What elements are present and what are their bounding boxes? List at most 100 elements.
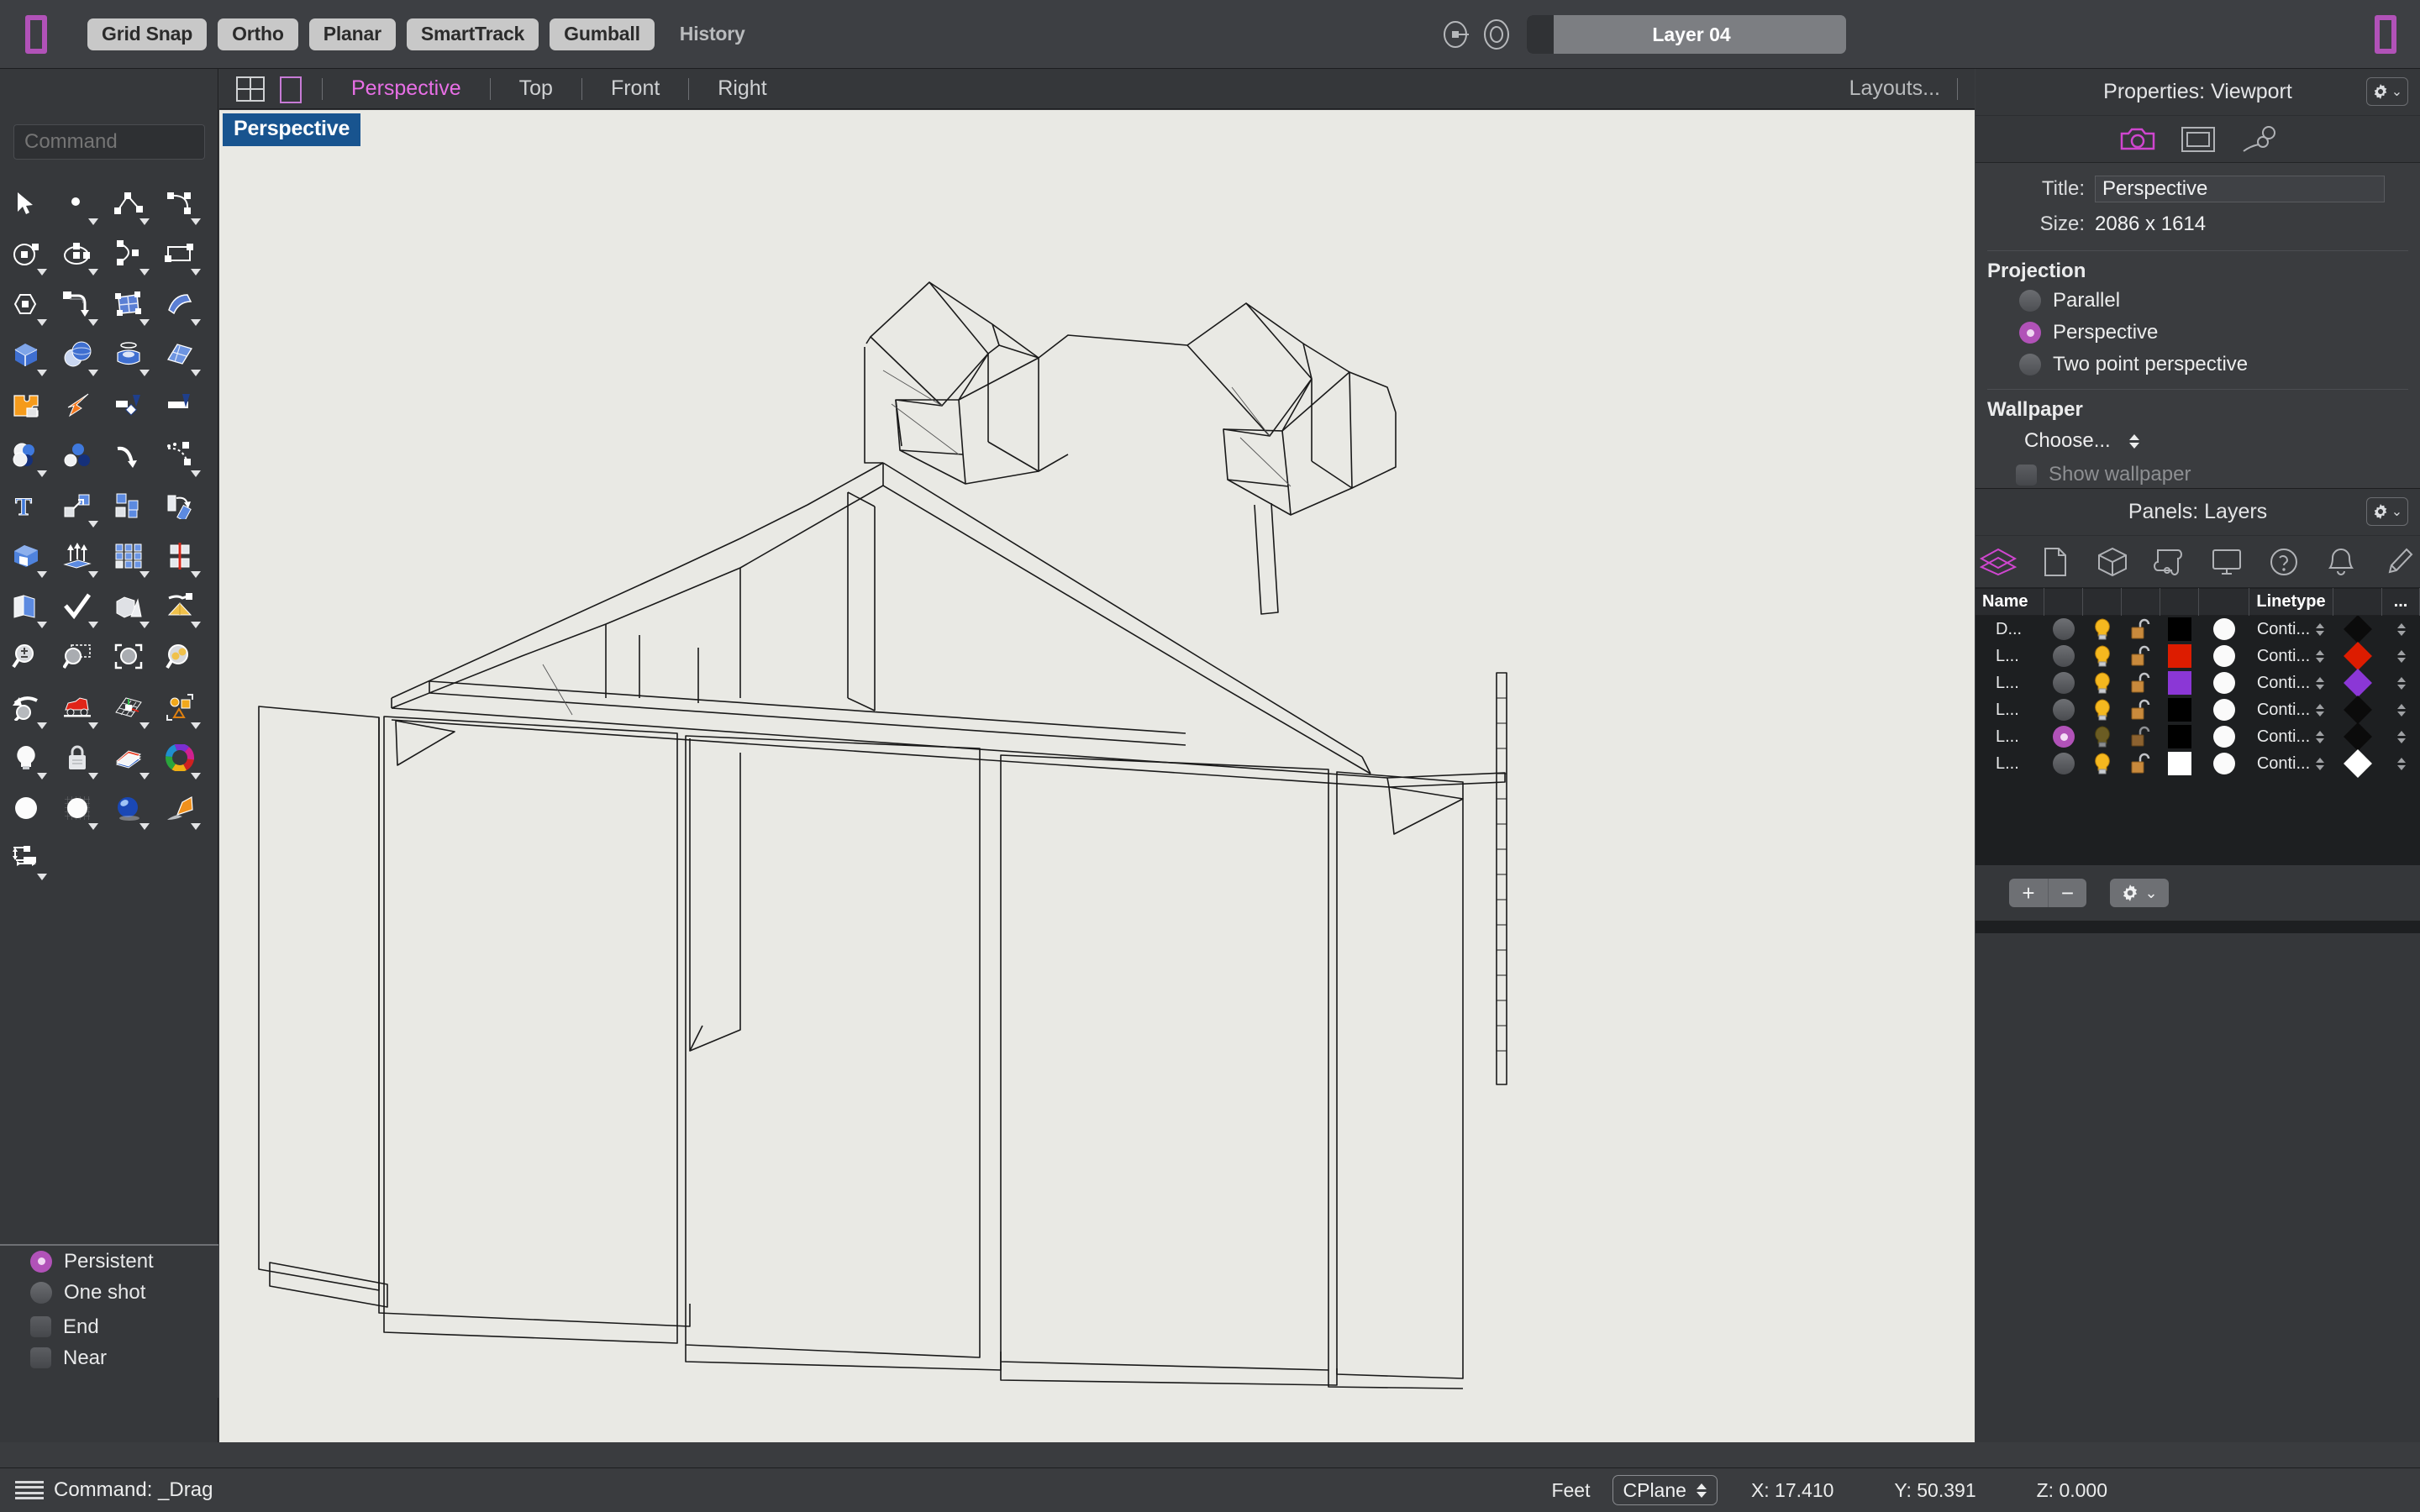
projection-option-two-point[interactable]: Two point perspective (1975, 349, 2420, 381)
osnap-mode-persistent[interactable]: Persistent (0, 1246, 218, 1277)
scroll-icon[interactable] (2150, 545, 2189, 579)
viewport-title-field[interactable]: Perspective (2095, 176, 2385, 202)
layer-current-toggle[interactable] (2053, 753, 2075, 774)
layer-current-toggle[interactable] (2053, 699, 2075, 721)
toggle-history[interactable]: History (666, 18, 760, 50)
tab-top[interactable]: Top (504, 76, 568, 101)
table-row[interactable]: L... Conti... (1975, 750, 2420, 777)
table-row[interactable]: L... Conti... (1975, 723, 2420, 750)
layer-name[interactable]: L... (1975, 723, 2044, 750)
pan-icon[interactable] (51, 682, 103, 732)
pyramid-icon[interactable] (154, 581, 205, 632)
zoom-icon[interactable] (0, 632, 51, 682)
add-layer-button[interactable]: + (2009, 879, 2048, 907)
right-panel-toggle-icon[interactable] (2375, 15, 2396, 54)
zoom-selected-icon[interactable] (154, 632, 205, 682)
unroll-icon[interactable] (0, 581, 51, 632)
layer-color-swatch[interactable] (2168, 644, 2191, 668)
panel-toggle-icon[interactable] (25, 15, 47, 54)
layer-color-swatch[interactable] (2168, 725, 2191, 748)
projection-option-perspective[interactable]: Perspective (1975, 317, 2420, 349)
layer-linetype[interactable]: Conti... (2257, 674, 2310, 693)
chevron-updown-icon[interactable] (2129, 434, 2139, 449)
cylinder-icon[interactable] (103, 329, 154, 380)
curve-icon[interactable] (103, 228, 154, 279)
layouts-button[interactable]: Layouts... (1849, 76, 1940, 101)
linetype-stepper-icon[interactable] (2314, 672, 2326, 694)
ellipse-icon[interactable] (51, 228, 103, 279)
table-row[interactable]: L... Conti... (1975, 643, 2420, 669)
layer-name[interactable]: L... (1975, 669, 2044, 696)
boolean-union-icon[interactable] (0, 430, 51, 480)
radio-two-point-perspective[interactable] (2019, 354, 2041, 375)
column-linetype[interactable]: Linetype (2249, 588, 2333, 616)
split-icon[interactable] (154, 380, 205, 430)
wallpaper-chooser[interactable]: Choose... (1975, 423, 2420, 459)
layer-linetype[interactable]: Conti... (2257, 647, 2310, 666)
radio-perspective[interactable] (2019, 322, 2041, 344)
print-width-stepper-icon[interactable] (2396, 645, 2407, 667)
column-material[interactable] (2199, 588, 2249, 616)
properties-gear-button[interactable]: ⌄ (2366, 77, 2408, 106)
layer-state-icon[interactable] (103, 732, 154, 783)
mirror-icon[interactable] (154, 531, 205, 581)
layer-linetype[interactable]: Conti... (2257, 701, 2310, 720)
layer-current-toggle[interactable] (2053, 645, 2075, 667)
puzzle-boolean-icon[interactable] (0, 380, 51, 430)
layer-print-color-swatch[interactable] (2344, 669, 2372, 697)
surface-plane-icon[interactable] (154, 329, 205, 380)
notification-icon[interactable] (2322, 545, 2360, 579)
extrude-icon[interactable] (0, 531, 51, 581)
table-row[interactable]: L... Conti... (1975, 669, 2420, 696)
layers-icon[interactable] (1979, 545, 2018, 579)
current-layer-selector[interactable]: Layer 04 (1527, 15, 1846, 54)
cplane-selector[interactable]: CPlane (1612, 1475, 1718, 1505)
box-icon[interactable] (0, 329, 51, 380)
offset-surface-icon[interactable] (51, 531, 103, 581)
text-icon[interactable]: T (0, 480, 51, 531)
column-print-color[interactable] (2333, 588, 2382, 616)
linetype-stepper-icon[interactable] (2314, 645, 2326, 667)
print-width-stepper-icon[interactable] (2396, 672, 2407, 694)
ghosted-view-icon[interactable] (51, 783, 103, 833)
layer-color-swatch[interactable] (2168, 698, 2191, 722)
surface-patch-icon[interactable] (103, 279, 154, 329)
loft-surface-icon[interactable] (154, 279, 205, 329)
layer-print-color-swatch[interactable] (2344, 616, 2372, 643)
column-lock[interactable] (2122, 588, 2160, 616)
checkbox-end[interactable] (30, 1316, 51, 1337)
column-name[interactable]: Name (1975, 588, 2044, 616)
toggle-gumball[interactable]: Gumball (550, 18, 655, 50)
layer-current-toggle[interactable] (2053, 672, 2075, 694)
layer-linetype[interactable]: Conti... (2257, 754, 2310, 774)
select-arrow-icon[interactable] (0, 178, 51, 228)
array-curve-icon[interactable] (154, 430, 205, 480)
check-icon[interactable] (51, 581, 103, 632)
column-current[interactable] (2044, 588, 2083, 616)
toggle-planar[interactable]: Planar (309, 18, 396, 50)
column-more[interactable]: ... (2382, 588, 2420, 616)
osnap-mode-one-shot[interactable]: One shot (0, 1277, 218, 1308)
layer-print-color-swatch[interactable] (2344, 749, 2372, 778)
checkbox-near[interactable] (30, 1347, 51, 1368)
color-wheel-icon[interactable] (154, 732, 205, 783)
print-width-stepper-icon[interactable] (2396, 726, 2407, 748)
print-width-stepper-icon[interactable] (2396, 699, 2407, 721)
osnap-snap-near[interactable]: Near (0, 1342, 218, 1373)
tab-front[interactable]: Front (596, 76, 675, 101)
column-on[interactable] (2083, 588, 2122, 616)
cube-icon[interactable] (2093, 545, 2132, 579)
camera-icon[interactable] (2118, 123, 2157, 156)
four-view-layout-icon[interactable] (236, 76, 265, 102)
rotate-icon[interactable] (154, 480, 205, 531)
layer-material-swatch[interactable] (2213, 699, 2235, 721)
checkbox-show-wallpaper[interactable] (2016, 465, 2037, 486)
rendered-view-icon[interactable] (103, 783, 154, 833)
layer-print-color-swatch[interactable] (2344, 642, 2372, 670)
show-wallpaper-row[interactable]: Show wallpaper (1975, 459, 2420, 488)
spotlight-icon[interactable] (154, 783, 205, 833)
help-icon[interactable] (2265, 545, 2303, 579)
remove-layer-button[interactable]: − (2048, 879, 2086, 907)
layer-current-toggle[interactable] (2053, 726, 2075, 748)
zoom-previous-icon[interactable] (0, 682, 51, 732)
